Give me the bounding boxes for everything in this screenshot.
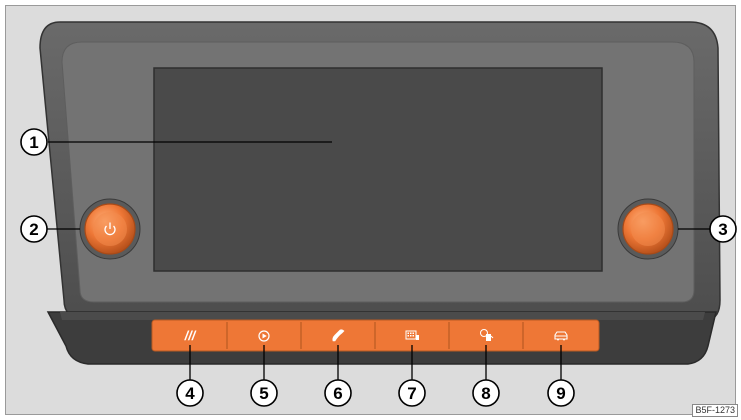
svg-text:9: 9 bbox=[556, 384, 565, 403]
callout-5: 5 bbox=[250, 379, 278, 407]
figure-reference-code: B5F-1273 bbox=[692, 404, 738, 417]
callout-3: 3 bbox=[709, 215, 737, 243]
svg-text:2: 2 bbox=[29, 220, 38, 239]
svg-text:6: 6 bbox=[333, 384, 342, 403]
display-screen bbox=[153, 67, 603, 272]
svg-text:3: 3 bbox=[718, 220, 727, 239]
svg-text:4: 4 bbox=[185, 384, 195, 403]
svg-text:7: 7 bbox=[407, 384, 416, 403]
svg-text:1: 1 bbox=[29, 133, 38, 152]
setting-knob[interactable] bbox=[617, 198, 679, 260]
svg-text:5: 5 bbox=[259, 384, 268, 403]
callout-7: 7 bbox=[398, 379, 426, 407]
menu-slashes-icon: /// bbox=[184, 328, 197, 343]
callout-6: 6 bbox=[324, 379, 352, 407]
svg-text:8: 8 bbox=[481, 384, 490, 403]
callout-1: 1 bbox=[20, 128, 48, 156]
power-volume-knob[interactable] bbox=[79, 198, 141, 260]
callout-4: 4 bbox=[176, 379, 204, 407]
callout-2: 2 bbox=[20, 215, 48, 243]
callout-8: 8 bbox=[472, 379, 500, 407]
infotainment-unit-diagram: /// 1 2 3 4 5 6 7 8 9 bbox=[20, 21, 737, 407]
housing-lower-highlight bbox=[60, 312, 705, 320]
callout-9: 9 bbox=[547, 379, 575, 407]
